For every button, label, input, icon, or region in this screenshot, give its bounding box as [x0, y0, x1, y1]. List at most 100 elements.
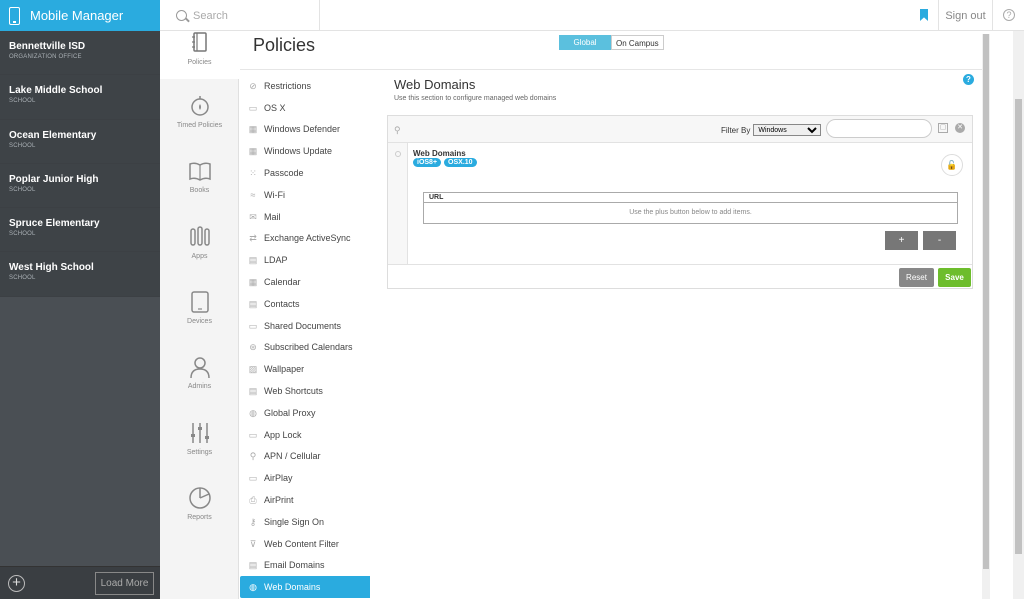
scope-global-button[interactable]: Global	[559, 35, 611, 50]
setting-label: Calendar	[264, 277, 301, 288]
setting-item-shared-documents[interactable]: ▭ Shared Documents	[240, 315, 370, 337]
clear-icon[interactable]: ✕	[955, 123, 965, 133]
setting-item-web-content-filter[interactable]: ⊽ Web Content Filter	[240, 533, 370, 555]
lock-icon[interactable]: 🔓	[941, 154, 963, 176]
setting-icon: ≈	[250, 189, 256, 200]
bookmark-icon[interactable]	[920, 9, 928, 21]
setting-item-global-proxy[interactable]: ◍ Global Proxy	[240, 402, 370, 424]
person-icon	[188, 355, 212, 379]
content-scrollbar[interactable]	[982, 34, 990, 599]
collapse-icon[interactable]: ▢	[938, 123, 948, 133]
reset-button[interactable]: Reset	[899, 268, 934, 287]
setting-item-apn-cellular[interactable]: ⚲ APN / Cellular	[240, 446, 370, 468]
org-name: Ocean Elementary	[9, 129, 97, 141]
setting-icon: ◍	[249, 407, 257, 418]
web-domains-card: ⚲ Filter By Windows ▢ ✕ Web Domains iOS8…	[387, 115, 973, 289]
filter-select[interactable]: Windows	[753, 124, 822, 136]
card-header: ⚲ Filter By Windows ▢ ✕	[388, 116, 972, 143]
setting-label: Contacts	[264, 298, 300, 309]
pie-chart-icon	[188, 486, 212, 510]
scrollbar-thumb[interactable]	[1015, 99, 1022, 554]
org-type: SCHOOL	[9, 98, 36, 105]
rail-label: Reports	[187, 514, 212, 521]
setting-item-ldap[interactable]: ▤ LDAP	[240, 249, 370, 271]
setting-item-wallpaper[interactable]: ▨ Wallpaper	[240, 358, 370, 380]
rail-item-admins[interactable]: Admins	[160, 355, 239, 405]
setting-item-airplay[interactable]: ▭ AirPlay	[240, 467, 370, 489]
page-title: Policies	[253, 35, 316, 55]
setting-item-airprint[interactable]: ⎙ AirPrint	[240, 489, 370, 511]
panel-subtitle: Use this section to configure managed we…	[394, 95, 557, 102]
setting-item-web-domains[interactable]: ◍ Web Domains	[240, 576, 370, 599]
rail-item-apps[interactable]: Apps	[160, 225, 239, 275]
setting-item-passcode[interactable]: ⁙ Passcode	[240, 162, 370, 184]
top-bar: Mobile Manager Sign out ?	[0, 0, 1024, 31]
setting-item-wi-fi[interactable]: ≈ Wi-Fi	[240, 184, 370, 206]
org-item[interactable]: Bennettville ISD ORGANIZATION OFFICE	[0, 31, 160, 76]
rail-item-settings[interactable]: Settings	[160, 421, 239, 471]
setting-icon: ⊘	[249, 80, 257, 91]
filter-input[interactable]	[826, 119, 932, 138]
setting-item-contacts[interactable]: ▤ Contacts	[240, 293, 370, 315]
rail-item-reports[interactable]: Reports	[160, 486, 239, 536]
org-item[interactable]: Ocean Elementary SCHOOL	[0, 119, 160, 164]
add-org-icon[interactable]: +	[8, 575, 25, 592]
setting-item-calendar[interactable]: ▦ Calendar	[240, 271, 370, 293]
setting-item-subscribed-calendars[interactable]: ⊛ Subscribed Calendars	[240, 337, 370, 359]
org-name: West High School	[9, 262, 94, 274]
setting-label: OS X	[264, 102, 286, 113]
card-footer: Reset Save	[388, 264, 972, 289]
setting-item-restrictions[interactable]: ⊘ Restrictions	[240, 75, 370, 97]
org-item[interactable]: West High School SCHOOL	[0, 252, 160, 297]
hierarchy-icon[interactable]: ⚲	[394, 125, 404, 135]
sign-out-button[interactable]: Sign out	[938, 0, 993, 31]
setting-item-windows-update[interactable]: ▦ Windows Update	[240, 140, 370, 162]
setting-item-exchange-activesync[interactable]: ⇄ Exchange ActiveSync	[240, 228, 370, 250]
help-icon[interactable]: ?	[963, 74, 974, 85]
setting-item-os-x[interactable]: ▭ OS X	[240, 97, 370, 119]
item-label: Web Domains	[413, 149, 466, 158]
setting-label: Subscribed Calendars	[264, 342, 353, 353]
setting-label: Web Content Filter	[264, 538, 339, 549]
org-name: Bennettville ISD	[9, 41, 86, 52]
setting-icon: ⎙	[249, 495, 257, 506]
setting-item-single-sign-on[interactable]: ⚷ Single Sign On	[240, 511, 370, 533]
help-icon[interactable]: ?	[1003, 9, 1015, 21]
rail-label: Policies	[187, 59, 212, 66]
setting-item-app-lock[interactable]: ▭ App Lock	[240, 424, 370, 446]
setting-item-mail[interactable]: ✉ Mail	[240, 206, 370, 228]
remove-item-button[interactable]: -	[923, 231, 956, 250]
card-side-column	[388, 143, 408, 264]
setting-label: Windows Update	[264, 146, 333, 157]
scope-campus-button[interactable]: On Campus	[611, 35, 664, 50]
setting-icon: ⊽	[249, 538, 257, 549]
rail-item-timed-policies[interactable]: Timed Policies	[160, 94, 239, 144]
org-item[interactable]: Lake Middle School SCHOOL	[0, 75, 160, 120]
rail-item-policies[interactable]: Policies	[160, 31, 239, 79]
search-input[interactable]	[193, 9, 313, 22]
sidebar-footer: + Load More	[0, 566, 160, 599]
setting-item-email-domains[interactable]: ▤ Email Domains	[240, 555, 370, 577]
org-item[interactable]: Spruce Elementary SCHOOL	[0, 208, 160, 253]
save-button[interactable]: Save	[938, 268, 971, 287]
setting-item-windows-defender[interactable]: ▦ Windows Defender	[240, 119, 370, 141]
app-brand[interactable]: Mobile Manager	[0, 0, 160, 31]
setting-item-web-shortcuts[interactable]: ▤ Web Shortcuts	[240, 380, 370, 402]
rail-item-devices[interactable]: Devices	[160, 290, 239, 340]
org-type: SCHOOL	[9, 275, 36, 282]
select-radio[interactable]	[395, 151, 401, 157]
setting-label: Windows Defender	[264, 124, 341, 135]
setting-icon: ⚲	[249, 451, 257, 462]
notebook-icon	[188, 31, 212, 55]
rail-item-books[interactable]: Books	[160, 159, 239, 209]
add-item-button[interactable]: +	[885, 231, 918, 250]
setting-label: Web Domains	[264, 582, 321, 593]
url-empty-message: Use the plus button below to add items.	[629, 209, 752, 216]
setting-label: Web Shortcuts	[264, 386, 323, 397]
org-item[interactable]: Poplar Junior High SCHOOL	[0, 163, 160, 209]
load-more-button[interactable]: Load More	[95, 572, 154, 595]
filter-by: Filter By Windows	[721, 124, 822, 136]
platform-chip: OSX.10	[444, 158, 477, 167]
scrollbar-thumb[interactable]	[983, 34, 989, 569]
page-scrollbar[interactable]	[1013, 31, 1024, 599]
